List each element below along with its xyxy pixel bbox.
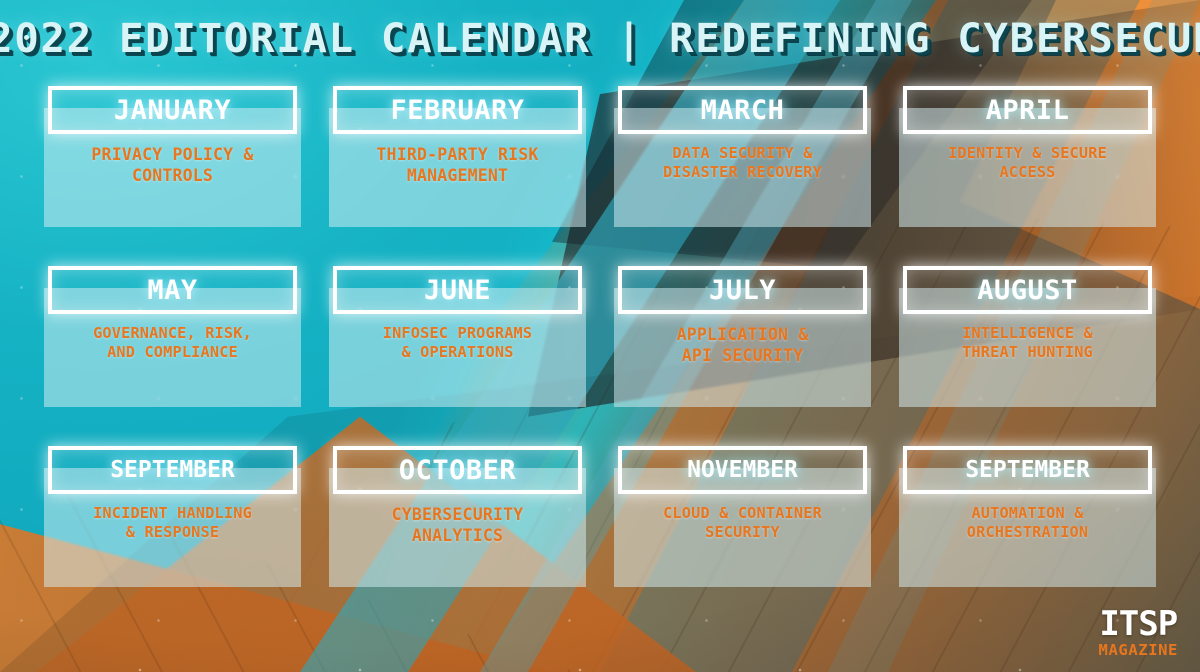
month-topic: IDENTITY & SECURE ACCESS [948,144,1107,182]
month-card-february[interactable]: FEBRUARY THIRD-PARTY RISK MANAGEMENT [329,86,586,227]
month-topic: INCIDENT HANDLING & RESPONSE [93,504,252,542]
month-name: AUGUST [977,274,1078,306]
month-card-november[interactable]: NOVEMBER CLOUD & CONTAINER SECURITY [614,446,871,587]
itsp-magazine-logo: ITSP MAGAZINE [1098,603,1179,659]
month-topic: AUTOMATION & ORCHESTRATION [966,504,1089,542]
month-name: JUNE [423,274,492,306]
month-topic: THIRD-PARTY RISK MANAGEMENT [376,145,539,186]
month-header-box: NOVEMBER [618,446,867,494]
month-topic: CLOUD & CONTAINER SECURITY [663,504,822,542]
month-topic: CYBERSECURITY ANALYTICS [391,505,524,546]
month-header-box: APRIL [903,86,1152,134]
month-name: MARCH [700,94,785,126]
month-name: SEPTEMBER [110,457,235,483]
month-card-december[interactable]: SEPTEMBER AUTOMATION & ORCHESTRATION [899,446,1156,587]
month-card-august[interactable]: AUGUST INTELLIGENCE & THREAT HUNTING [899,266,1156,407]
month-topic: PRIVACY POLICY & CONTROLS [91,145,254,186]
month-name: OCTOBER [398,454,517,486]
month-name: JANUARY [113,94,232,126]
month-header-box: MARCH [618,86,867,134]
month-header-box: SEPTEMBER [48,446,297,494]
month-header-box: FEBRUARY [333,86,582,134]
month-card-october[interactable]: OCTOBER CYBERSECURITY ANALYTICS [329,446,586,587]
month-name: MAY [147,274,198,306]
month-name: JULY [708,274,777,306]
page-title: 2022 EDITORIAL CALENDAR | REDEFINING CYB… [0,16,1200,62]
month-name: SEPTEMBER [965,457,1090,483]
month-card-june[interactable]: JUNE INFOSEC PROGRAMS & OPERATIONS [329,266,586,407]
logo-mark: ITSP [1099,603,1178,644]
month-card-july[interactable]: JULY APPLICATION & API SECURITY [614,266,871,407]
month-card-september[interactable]: SEPTEMBER INCIDENT HANDLING & RESPONSE [44,446,301,587]
month-topic: GOVERNANCE, RISK, AND COMPLIANCE [93,324,252,362]
month-topic: DATA SECURITY & DISASTER RECOVERY [663,144,822,182]
month-name: APRIL [985,94,1070,126]
month-header-box: OCTOBER [333,446,582,494]
month-name: NOVEMBER [687,457,798,483]
month-header-box: JANUARY [48,86,297,134]
month-topic: APPLICATION & API SECURITY [676,325,809,366]
calendar-grid: JANUARY PRIVACY POLICY & CONTROLS FEBRUAR… [44,86,1156,587]
month-topic: INFOSEC PROGRAMS & OPERATIONS [382,324,533,362]
month-header-box: SEPTEMBER [903,446,1152,494]
logo-subtitle: MAGAZINE [1098,640,1178,659]
month-card-march[interactable]: MARCH DATA SECURITY & DISASTER RECOVERY [614,86,871,227]
month-header-box: JUNE [333,266,582,314]
month-card-may[interactable]: MAY GOVERNANCE, RISK, AND COMPLIANCE [44,266,301,407]
month-card-april[interactable]: APRIL IDENTITY & SECURE ACCESS [899,86,1156,227]
month-topic: INTELLIGENCE & THREAT HUNTING [962,324,1093,362]
month-header-box: AUGUST [903,266,1152,314]
month-header-box: JULY [618,266,867,314]
month-name: FEBRUARY [390,94,525,126]
month-header-box: MAY [48,266,297,314]
month-card-january[interactable]: JANUARY PRIVACY POLICY & CONTROLS [44,86,301,227]
